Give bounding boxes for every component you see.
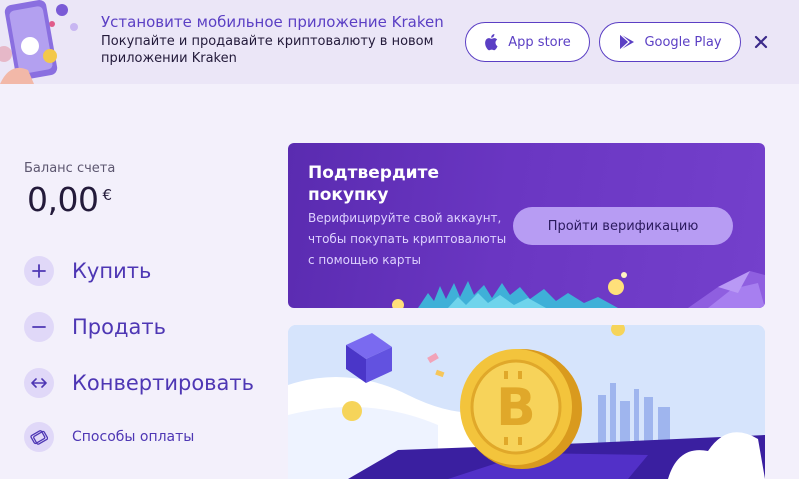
app-store-label: App store — [508, 34, 571, 50]
grass-illustration — [392, 271, 765, 308]
app-install-banner: Установите мобильное приложение Kraken П… — [0, 0, 799, 84]
banner-title: Установите мобильное приложение Kraken — [101, 13, 444, 31]
sell-label: Продать — [72, 315, 166, 339]
convert-label: Конвертировать — [72, 371, 255, 395]
google-play-icon — [620, 33, 635, 51]
balance-value: 0,00 — [27, 180, 99, 219]
banner-subtitle: Покупайте и продавайте криптовалюту в но… — [101, 34, 434, 66]
swap-arrows-icon — [24, 368, 54, 398]
buy-button[interactable]: Купить — [24, 256, 151, 286]
phone-app-illustration — [0, 0, 78, 84]
close-icon[interactable] — [751, 32, 771, 52]
card-icon — [24, 422, 54, 452]
verify-account-button[interactable]: Пройти верификацию — [513, 207, 733, 245]
verification-card: Подтвердите покупку Верифицируйте свой а… — [288, 143, 765, 308]
app-store-button[interactable]: App store — [465, 22, 590, 62]
convert-button[interactable]: Конвертировать — [24, 368, 254, 398]
google-play-button[interactable]: Google Play — [599, 22, 741, 62]
balance-currency: € — [102, 186, 113, 204]
bitcoin-illustration: B — [288, 325, 765, 479]
payment-methods-label: Способы оплаты — [72, 429, 195, 445]
sell-button[interactable]: Продать — [24, 312, 166, 342]
balance-label: Баланс счета — [24, 161, 116, 176]
bitcoin-promo-card: B — [288, 325, 765, 479]
minus-icon — [24, 312, 54, 342]
payment-methods-button[interactable]: Способы оплаты — [24, 422, 194, 452]
balance-amount: 0,00 € — [27, 180, 112, 219]
plus-icon — [24, 256, 54, 286]
verification-title: Подтвердите покупку — [308, 163, 439, 205]
buy-label: Купить — [72, 259, 152, 283]
google-play-label: Google Play — [644, 34, 722, 50]
apple-icon — [485, 34, 498, 51]
svg-text:B: B — [496, 378, 536, 438]
